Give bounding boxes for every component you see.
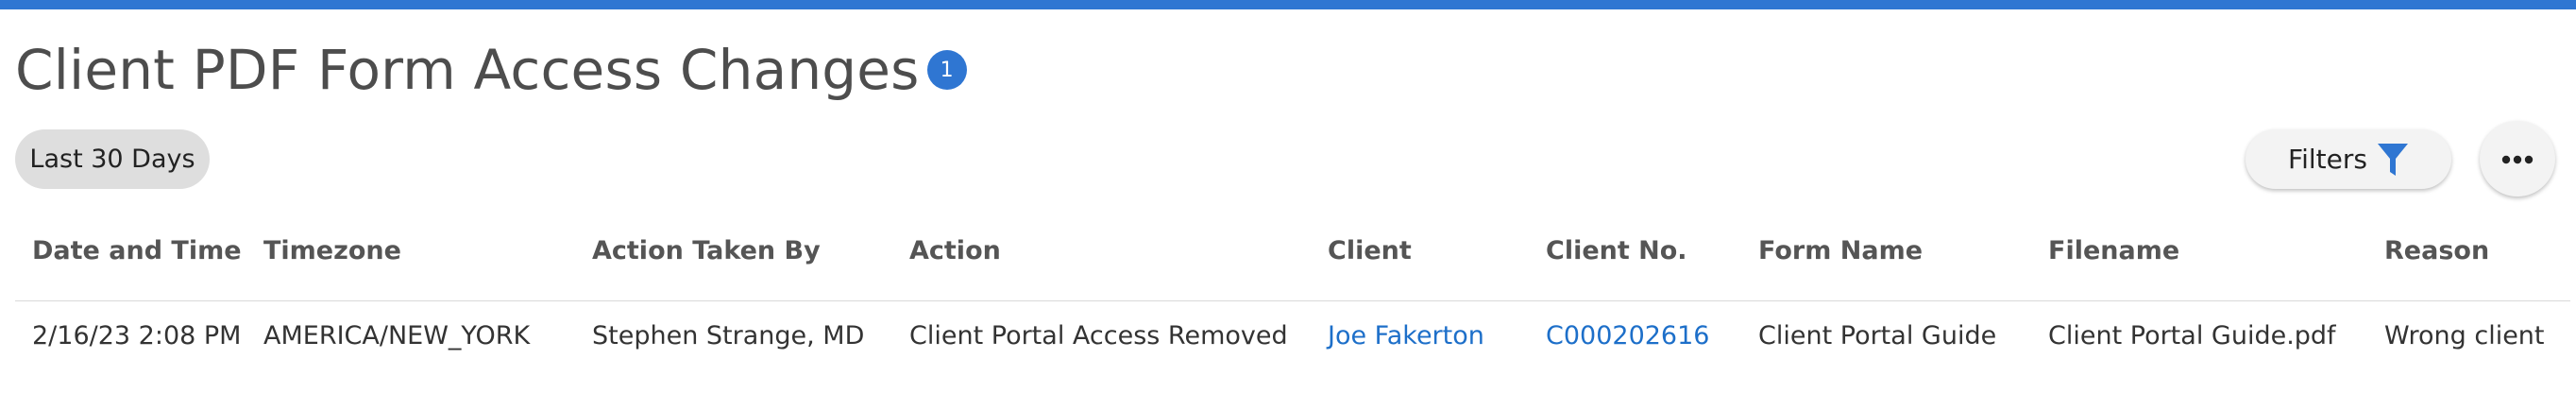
column-header-date-time[interactable]: Date and Time bbox=[32, 236, 242, 265]
column-header-form-name[interactable]: Form Name bbox=[1758, 236, 1923, 265]
count-badge: 1 bbox=[926, 50, 967, 90]
filters-button[interactable]: Filters bbox=[2246, 129, 2451, 189]
cell-date-time: 2/16/23 2:08 PM bbox=[32, 321, 242, 350]
column-header-action[interactable]: Action bbox=[909, 236, 1001, 265]
funnel-icon bbox=[2377, 142, 2409, 178]
cell-form-name: Client Portal Guide bbox=[1758, 321, 1997, 350]
cell-action-taken-by: Stephen Strange, MD bbox=[592, 321, 865, 350]
more-options-button[interactable] bbox=[2480, 121, 2555, 196]
client-number-link[interactable]: C000202616 bbox=[1546, 321, 1709, 350]
page-header: Client PDF Form Access Changes 1 bbox=[15, 32, 967, 108]
column-header-filename[interactable]: Filename bbox=[2048, 236, 2179, 265]
column-header-client[interactable]: Client bbox=[1328, 236, 1412, 265]
table-header: Date and Time Timezone Action Taken By A… bbox=[0, 236, 2576, 278]
cell-reason: Wrong client bbox=[2384, 321, 2545, 350]
top-accent-bar bbox=[0, 0, 2576, 9]
header-divider bbox=[15, 300, 2570, 301]
table-row: 2/16/23 2:08 PM AMERICA/NEW_YORK Stephen… bbox=[0, 321, 2576, 378]
client-link[interactable]: Joe Fakerton bbox=[1328, 321, 1484, 350]
column-header-timezone[interactable]: Timezone bbox=[263, 236, 401, 265]
cell-action: Client Portal Access Removed bbox=[909, 321, 1288, 350]
column-header-reason[interactable]: Reason bbox=[2384, 236, 2489, 265]
cell-timezone: AMERICA/NEW_YORK bbox=[263, 321, 531, 350]
column-header-client-no[interactable]: Client No. bbox=[1546, 236, 1687, 265]
more-horizontal-icon bbox=[2501, 150, 2534, 168]
cell-filename: Client Portal Guide.pdf bbox=[2048, 321, 2336, 350]
column-header-action-taken-by[interactable]: Action Taken By bbox=[592, 236, 821, 265]
date-range-chip[interactable]: Last 30 Days bbox=[15, 129, 210, 189]
filters-button-label: Filters bbox=[2288, 144, 2367, 175]
page-title: Client PDF Form Access Changes bbox=[15, 38, 920, 102]
